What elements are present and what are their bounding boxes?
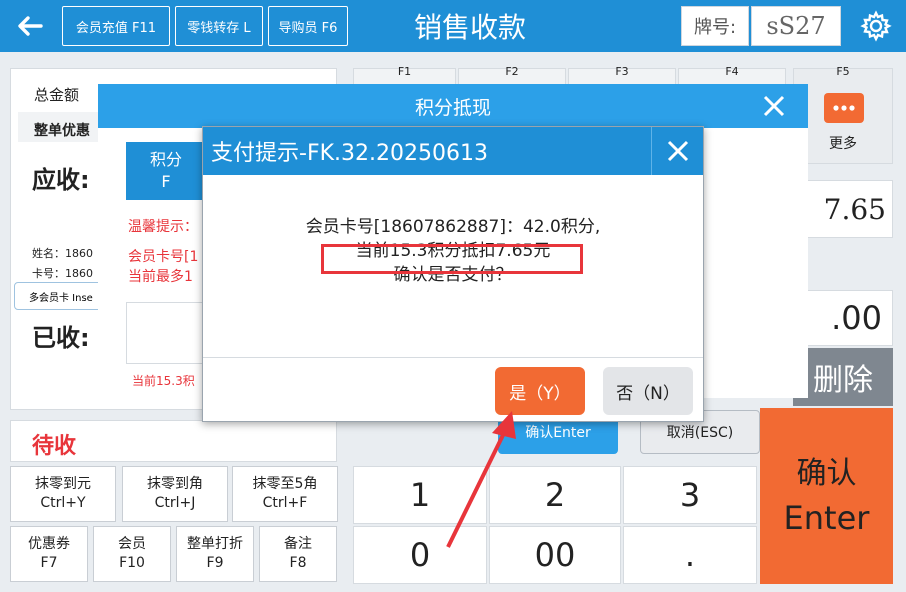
payment-dialog-title: 支付提示-FK.32.20250613 [203,127,703,175]
points-dialog-header: 积分抵现 [98,84,808,128]
back-arrow-icon[interactable] [8,6,52,46]
gear-icon[interactable] [852,6,900,46]
key-dot[interactable]: . [623,526,757,584]
divider [203,357,703,358]
tip-label: 温馨提示： [128,219,198,235]
plate-label: 牌号: [681,6,749,46]
round-to-yuan-button[interactable]: 抹零到元 Ctrl+Y [10,466,116,522]
change-deposit-button[interactable]: 零钱转存 L [175,6,263,46]
points-note: 当前15.3积 [132,374,195,388]
discount-label: 整单优惠 [34,123,90,139]
plate-value[interactable]: sS27 [751,6,841,46]
tip-max: 当前最多1 [128,269,193,285]
no-button[interactable]: 否（N） [603,367,693,415]
member-card-select[interactable]: 多会员卡 Inse [14,282,104,310]
pending-label: 待收 [32,434,77,459]
message-line-1: 会员卡号[18607862887]：42.0积分, [305,217,601,237]
whole-discount-button[interactable]: 整单打折 F9 [176,526,254,582]
member-button[interactable]: 会员 F10 [93,526,171,582]
payment-confirm-dialog: 支付提示-FK.32.20250613 会员卡号[18607862887]：42… [202,126,704,422]
delete-button[interactable]: 删除 [793,348,893,406]
receivable-label: 应收: [32,166,90,194]
received-label: 已收: [32,324,90,352]
points-input[interactable] [126,302,204,364]
confirm-enter-button[interactable]: 确认 Enter [760,408,893,584]
member-card: 卡号：1860 [32,267,93,280]
close-icon[interactable] [651,127,703,175]
shopping-guide-button[interactable]: 导购员 F6 [268,6,348,46]
round-to-jiao-button[interactable]: 抹零到角 Ctrl+J [122,466,228,522]
page-title: 销售收款 [413,11,526,44]
close-icon[interactable] [754,84,794,128]
member-recharge-button[interactable]: 会员充值 F11 [62,6,170,46]
tip-card: 会员卡号[1 [128,249,199,265]
more-button[interactable]: F5 更多 [793,65,893,164]
member-name: 姓名：1860 [32,247,93,260]
round-to-half-button[interactable]: 抹零至5角 Ctrl+F [232,466,338,522]
remark-button[interactable]: 备注 F8 [259,526,337,582]
coupon-button[interactable]: 优惠券 F7 [10,526,88,582]
more-dots-icon [824,93,864,123]
amount-input[interactable]: 7.65 [793,180,893,238]
amount-display: .00 [793,290,893,346]
highlight-box [321,244,583,274]
annotation-arrow-icon [446,411,516,548]
total-label: 总金额 [34,86,80,104]
key-3[interactable]: 3 [623,466,757,524]
points-tab[interactable]: 积分 F [126,142,206,200]
